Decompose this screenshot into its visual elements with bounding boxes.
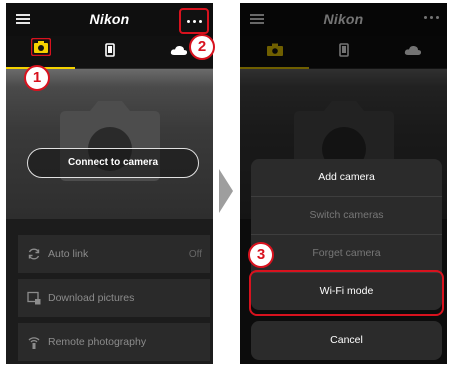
- wifi-mode-highlight: [249, 270, 444, 316]
- cloud-icon: [170, 43, 188, 61]
- menu-item-download-pictures[interactable]: Download pictures: [18, 279, 210, 317]
- camera-icon: [30, 37, 51, 61]
- menu-item-label: Download pictures: [48, 292, 135, 304]
- remote-icon: [20, 335, 48, 349]
- sheet-item-forget-camera: Forget camera: [312, 247, 381, 259]
- sheet-item-add-camera[interactable]: Add camera: [251, 159, 442, 196]
- tab-phone[interactable]: [75, 36, 144, 68]
- left-screen: Nikon Connect to camera Auto link Off Do…: [6, 3, 213, 364]
- sheet-item-switch-cameras: Switch cameras: [309, 209, 384, 221]
- connect-to-camera-button[interactable]: Connect to camera: [27, 148, 199, 178]
- callout-badge-2: 2: [189, 34, 215, 60]
- download-icon: [20, 291, 48, 305]
- menu-item-label: Auto link: [48, 248, 89, 260]
- menu-item-remote-photography[interactable]: Remote photography: [18, 323, 210, 361]
- camera-hero: [6, 69, 213, 219]
- callout-badge-1: 1: [24, 65, 50, 91]
- right-screen: Nikon: [240, 3, 447, 364]
- auto-link-status: Off: [188, 248, 202, 260]
- more-options-button[interactable]: [179, 8, 209, 34]
- callout-badge-3: 3: [248, 242, 274, 268]
- menu-item-label: Remote photography: [48, 336, 147, 348]
- cancel-button[interactable]: Cancel: [251, 321, 442, 360]
- auto-link-icon: [20, 247, 48, 261]
- tab-camera[interactable]: [6, 36, 75, 68]
- step-arrow-icon: [219, 169, 233, 213]
- menu-item-auto-link[interactable]: Auto link Off: [18, 235, 210, 273]
- phone-icon: [104, 42, 115, 62]
- top-bar: Nikon: [6, 3, 213, 36]
